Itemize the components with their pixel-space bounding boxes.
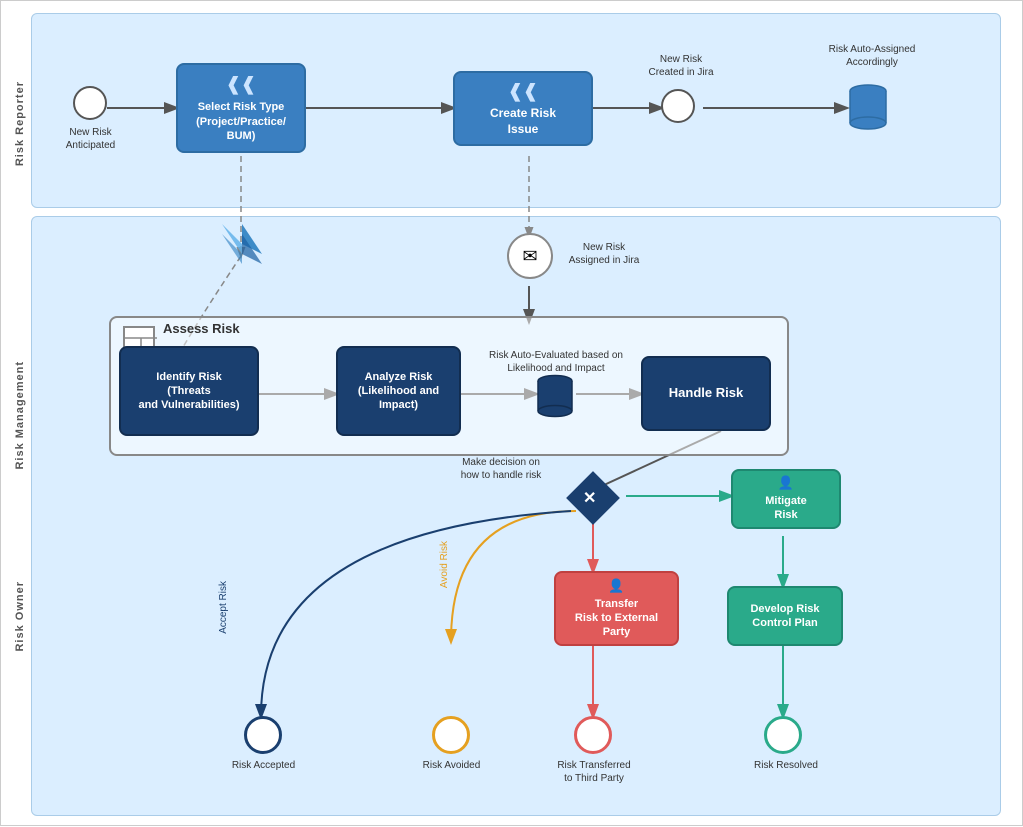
make-decision-label: Make decision on how to handle risk	[431, 456, 571, 482]
develop-control-plan-box[interactable]: Develop Risk Control Plan	[727, 586, 843, 646]
mitigate-risk-box[interactable]: 👤 Mitigate Risk	[731, 469, 841, 529]
decision-x: ✕	[583, 488, 596, 508]
risk-avoided-label: Risk Avoided	[409, 759, 494, 772]
handle-risk-label: Handle Risk	[669, 385, 743, 402]
assess-db-icon	[536, 374, 574, 420]
risk-resolved-circle	[764, 716, 802, 754]
new-risk-assigned-jira-label: New Risk Assigned in Jira	[559, 241, 649, 267]
jira-logo-top	[217, 219, 267, 270]
avoid-risk-label: Avoid Risk	[438, 541, 451, 588]
risk-accepted-label: Risk Accepted	[221, 759, 306, 772]
risk-auto-evaluated-label: Risk Auto-Evaluated based on Likelihood …	[476, 349, 636, 375]
create-risk-issue-label: Create Risk Issue	[490, 106, 556, 137]
risk-resolved-label: Risk Resolved	[746, 759, 826, 772]
identify-risk-box[interactable]: Identify Risk (Threats and Vulnerabiliti…	[119, 346, 259, 436]
analyze-risk-label: Analyze Risk (Likelihood and Impact)	[358, 370, 439, 413]
transfer-risk-box[interactable]: 👤 Transfer Risk to External Party	[554, 571, 679, 646]
assess-risk-label: Assess Risk	[163, 321, 240, 336]
start-event-circle	[73, 86, 107, 120]
handle-risk-box[interactable]: Handle Risk	[641, 356, 771, 431]
risk-transferred-circle	[574, 716, 612, 754]
lane-owner-label: Risk Owner	[14, 581, 26, 652]
identify-risk-label: Identify Risk (Threats and Vulnerabiliti…	[138, 370, 239, 413]
new-risk-anticipated-label: New Risk Anticipated	[53, 126, 128, 152]
mitigate-risk-label: Mitigate Risk	[765, 494, 807, 523]
lane-management-label: Risk Management	[14, 361, 26, 470]
risk-accepted-circle	[244, 716, 282, 754]
risk-auto-assigned-db	[848, 83, 888, 133]
risk-avoided-circle	[432, 716, 470, 754]
analyze-risk-box[interactable]: Analyze Risk (Likelihood and Impact)	[336, 346, 461, 436]
email-event-circle: ✉	[507, 233, 553, 279]
create-risk-issue-box[interactable]: ❰❰ Create Risk Issue	[453, 71, 593, 146]
select-risk-type-label: Select Risk Type (Project/Practice/ BUM)	[196, 100, 286, 143]
risk-transferred-label: Risk Transferred to Third Party	[544, 759, 644, 785]
transfer-risk-label: Transfer Risk to External Party	[575, 597, 658, 640]
risk-auto-assigned-label: Risk Auto-Assigned Accordingly	[827, 43, 917, 69]
accept-risk-label: Accept Risk	[217, 581, 230, 634]
lane-bottom	[31, 216, 1001, 816]
lane-reporter-label: Risk Reporter	[14, 81, 26, 166]
develop-control-plan-label: Develop Risk Control Plan	[750, 602, 819, 631]
risk-created-circle	[661, 89, 695, 123]
diagram-container: { "title": "Risk Management Process Flow…	[0, 0, 1023, 826]
new-risk-created-jira-label: New Risk Created in Jira	[641, 53, 721, 79]
select-risk-type-box[interactable]: ❰❰ Select Risk Type (Project/Practice/ B…	[176, 63, 306, 153]
